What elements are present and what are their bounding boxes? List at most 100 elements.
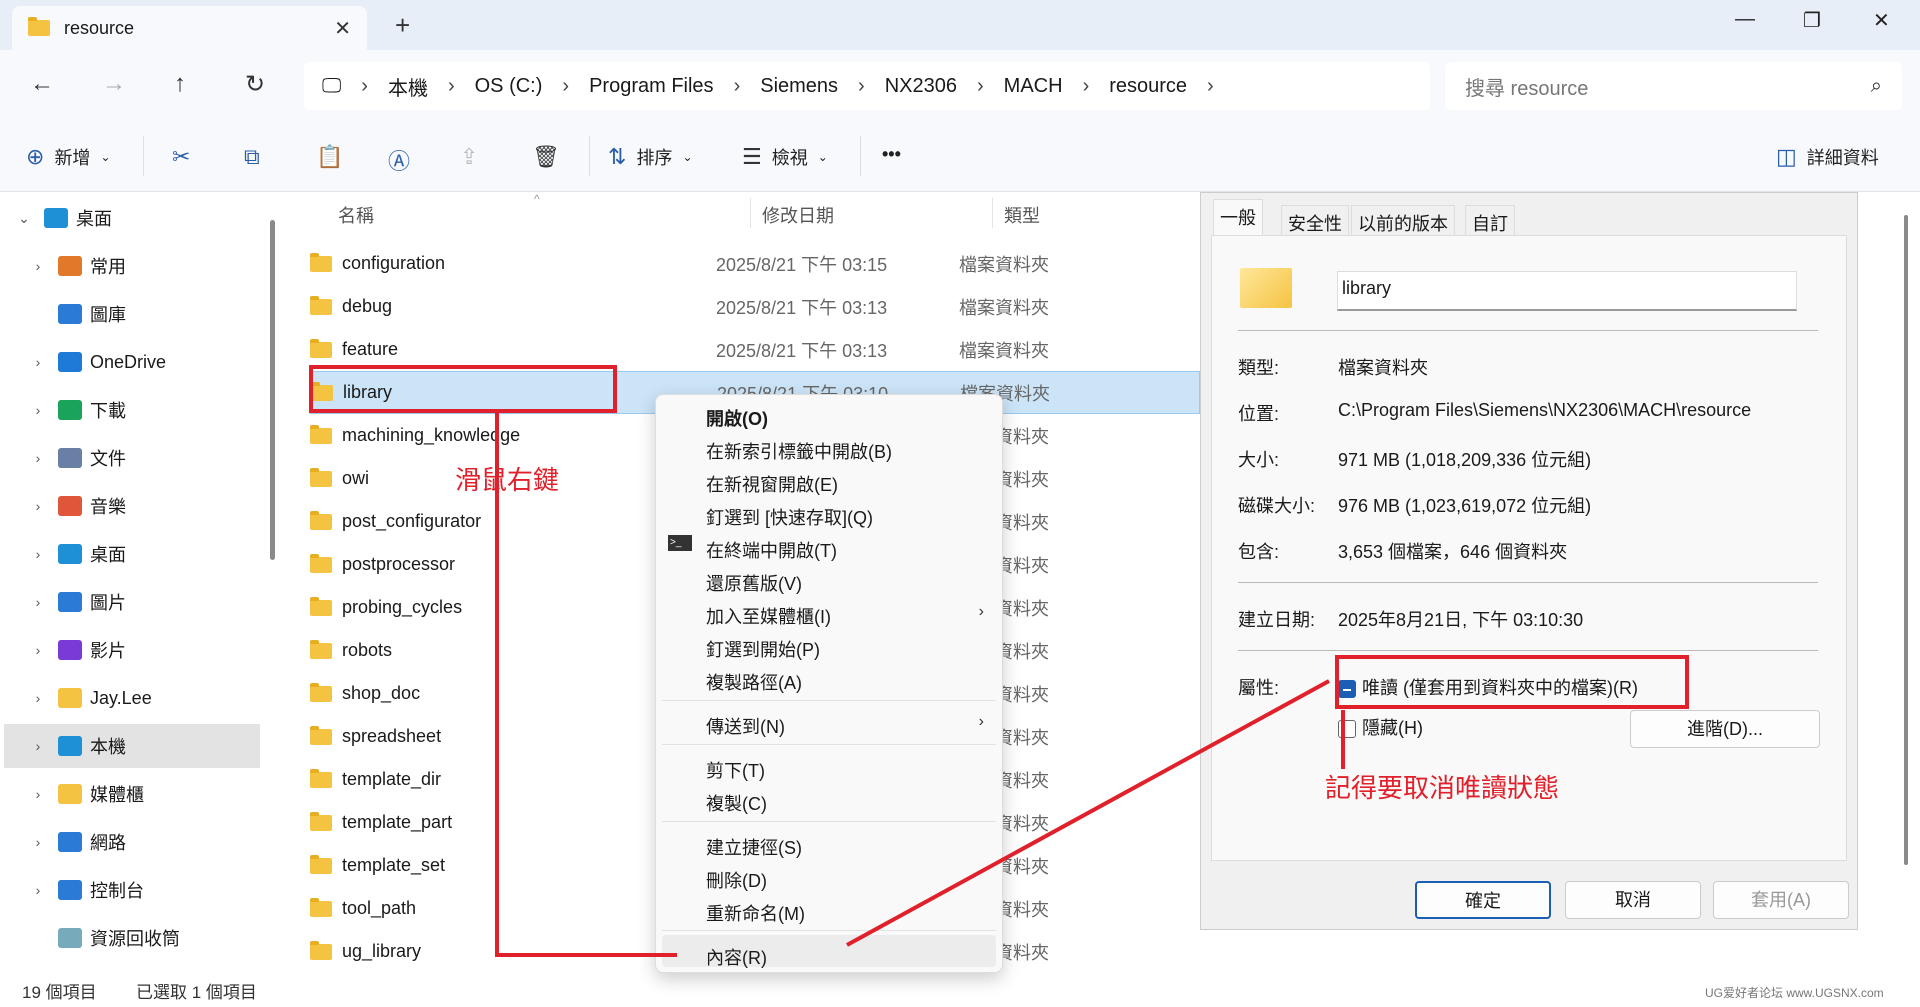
- sidebar-item[interactable]: › 控制台: [4, 868, 260, 912]
- sidebar-item[interactable]: ⌄ 桌面: [4, 196, 260, 240]
- sidebar-item[interactable]: › 文件: [4, 436, 260, 480]
- column-header-name[interactable]: 名稱: [338, 202, 374, 228]
- sidebar-item[interactable]: › 本機: [4, 724, 260, 768]
- breadcrumb-item[interactable]: MACH: [1004, 75, 1063, 98]
- cut-button[interactable]: ✂: [172, 144, 190, 170]
- minimize-button[interactable]: —: [1735, 8, 1755, 31]
- sidebar-item[interactable]: › 網路: [4, 820, 260, 864]
- menu-item[interactable]: 剪下(T): [706, 757, 765, 783]
- sidebar-item[interactable]: 圖庫: [4, 292, 260, 336]
- column-header-date[interactable]: 修改日期: [762, 202, 834, 228]
- folder-name-input[interactable]: library: [1337, 271, 1797, 311]
- chevron-right-icon[interactable]: ›: [18, 642, 58, 658]
- delete-button[interactable]: 🗑: [532, 144, 560, 170]
- sidebar-item[interactable]: › OneDrive: [4, 340, 260, 384]
- tab-resource[interactable]: resource ✕: [12, 6, 367, 50]
- breadcrumb-item[interactable]: Siemens: [760, 75, 838, 98]
- file-name: post_configurator: [342, 511, 482, 531]
- chevron-down-icon[interactable]: ⌄: [4, 210, 44, 227]
- menu-item[interactable]: 在新視窗開啟(E): [706, 471, 838, 497]
- new-tab-button[interactable]: +: [395, 10, 410, 41]
- chevron-right-icon[interactable]: ›: [18, 594, 58, 610]
- sort-button[interactable]: ⇅ 排序 ⌄: [608, 144, 693, 170]
- sidebar-item[interactable]: › 影片: [4, 628, 260, 672]
- cancel-button[interactable]: 取消: [1565, 881, 1701, 919]
- chevron-right-icon[interactable]: ›: [18, 498, 58, 514]
- paste-button[interactable]: 📋: [316, 144, 343, 170]
- menu-item[interactable]: 釘選到開始(P): [706, 636, 820, 662]
- chevron-right-icon[interactable]: ›: [18, 450, 58, 466]
- sidebar-scrollbar[interactable]: [270, 220, 275, 560]
- sidebar-item[interactable]: › Jay.Lee: [4, 676, 260, 720]
- breadcrumb-item[interactable]: resource: [1109, 75, 1187, 98]
- breadcrumb-item[interactable]: 本機: [388, 72, 428, 101]
- menu-item[interactable]: 釘選到 [快速存取](Q): [706, 504, 873, 530]
- apply-button[interactable]: 套用(A): [1713, 881, 1849, 919]
- tab-security[interactable]: 安全性: [1281, 205, 1349, 235]
- menu-item[interactable]: 內容(R): [706, 944, 767, 970]
- address-bar[interactable]: 🖵 › 本機 › OS (C:) › Program Files › Siemens ›…: [304, 62, 1430, 110]
- menu-item[interactable]: 傳送到(N): [706, 713, 785, 739]
- chevron-right-icon[interactable]: ›: [18, 546, 58, 562]
- readonly-checkbox[interactable]: 唯讀 (僅套用到資料夾中的檔案)(R): [1338, 674, 1638, 700]
- sidebar-item[interactable]: › 圖片: [4, 580, 260, 624]
- chevron-right-icon[interactable]: ›: [18, 834, 58, 850]
- more-button[interactable]: •••: [882, 144, 901, 165]
- sidebar-item[interactable]: 資源回收筒: [4, 916, 260, 960]
- menu-item[interactable]: 複製路徑(A): [706, 669, 802, 695]
- copy-button[interactable]: ⧉: [244, 144, 260, 170]
- tab-customize[interactable]: 自訂: [1465, 205, 1515, 235]
- menu-item[interactable]: 重新命名(M): [706, 900, 805, 926]
- forward-button[interactable]: →: [102, 70, 126, 98]
- share-icon: ⇪: [460, 144, 479, 169]
- vertical-scrollbar[interactable]: [1904, 215, 1908, 865]
- maximize-button[interactable]: ❐: [1803, 8, 1821, 33]
- tab-general[interactable]: 一般: [1213, 199, 1263, 235]
- menu-item[interactable]: 開啟(O): [706, 405, 768, 431]
- close-window-button[interactable]: ✕: [1873, 8, 1890, 33]
- view-button[interactable]: ☰ 檢視 ⌄: [742, 144, 828, 170]
- refresh-button[interactable]: ↻: [245, 70, 265, 99]
- file-row[interactable]: feature 2025/8/21 下午 03:13 檔案資料夾: [310, 328, 1200, 371]
- menu-item[interactable]: 複製(C): [706, 790, 767, 816]
- tab-previous-versions[interactable]: 以前的版本: [1351, 205, 1455, 235]
- up-button[interactable]: ↑: [174, 70, 186, 98]
- close-tab-icon[interactable]: ✕: [334, 16, 351, 41]
- chevron-right-icon[interactable]: ›: [18, 258, 58, 274]
- menu-item[interactable]: 在終端中開啟(T): [706, 537, 837, 563]
- menu-item[interactable]: 刪除(D): [706, 867, 767, 893]
- back-button[interactable]: ←: [30, 70, 54, 98]
- hidden-checkbox[interactable]: 隱藏(H): [1338, 714, 1423, 740]
- new-button[interactable]: ⊕ 新增 ⌄: [26, 144, 111, 170]
- share-button[interactable]: ⇪: [460, 144, 478, 170]
- chevron-right-icon[interactable]: ›: [18, 738, 58, 754]
- details-button[interactable]: ◫ 詳細資料: [1776, 144, 1879, 170]
- breadcrumb-item[interactable]: Program Files: [589, 75, 713, 98]
- sidebar-item[interactable]: › 常用: [4, 244, 260, 288]
- location-value: C:\Program Files\Siemens\NX2306\MACH\res…: [1338, 400, 1752, 420]
- breadcrumb-item[interactable]: OS (C:): [475, 75, 543, 98]
- chevron-right-icon[interactable]: ›: [18, 402, 58, 418]
- sidebar-item[interactable]: › 桌面: [4, 532, 260, 576]
- menu-item[interactable]: 在新索引標籤中開啟(B): [706, 438, 892, 464]
- ok-button[interactable]: 確定: [1415, 881, 1551, 919]
- rename-button[interactable]: Ⓐ: [388, 144, 410, 176]
- file-row[interactable]: configuration 2025/8/21 下午 03:15 檔案資料夾: [310, 242, 1200, 285]
- chevron-right-icon[interactable]: ›: [18, 786, 58, 802]
- chevron-right-icon[interactable]: ›: [18, 690, 58, 706]
- search-input[interactable]: 搜尋 resource ⌕: [1445, 62, 1902, 110]
- advanced-button[interactable]: 進階(D)...: [1630, 710, 1820, 748]
- menu-item[interactable]: 還原舊版(V): [706, 570, 802, 596]
- scissors-icon: ✂: [172, 144, 191, 169]
- menu-item[interactable]: 加入至媒體櫃(I): [706, 603, 831, 629]
- sidebar-item[interactable]: › 下載: [4, 388, 260, 432]
- menu-item[interactable]: 建立捷徑(S): [706, 834, 802, 860]
- folder-icon: [310, 768, 332, 788]
- file-row[interactable]: debug 2025/8/21 下午 03:13 檔案資料夾: [310, 285, 1200, 328]
- column-header-type[interactable]: 類型: [1004, 202, 1040, 228]
- chevron-right-icon[interactable]: ›: [18, 882, 58, 898]
- sidebar-item[interactable]: › 媒體櫃: [4, 772, 260, 816]
- chevron-right-icon[interactable]: ›: [18, 354, 58, 370]
- sidebar-item[interactable]: › 音樂: [4, 484, 260, 528]
- breadcrumb-item[interactable]: NX2306: [885, 75, 957, 98]
